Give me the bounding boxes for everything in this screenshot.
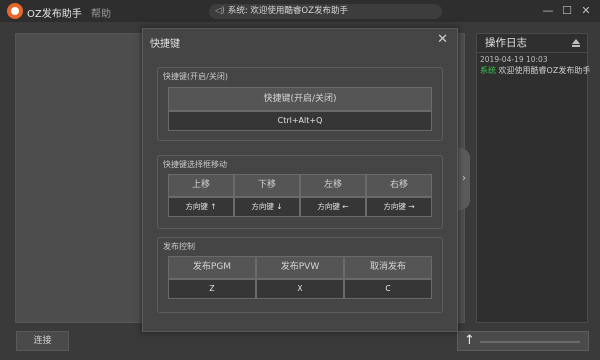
arrow-up-icon[interactable]: ↑: [464, 333, 475, 348]
publish-pvw-button[interactable]: 发布PVW: [256, 256, 344, 279]
notice-text: 系统: 欢迎使用酷睿OZ发布助手: [227, 6, 348, 16]
log-scroll-control[interactable]: ↑: [457, 331, 589, 351]
chevron-right-icon[interactable]: ›: [458, 148, 470, 210]
group-label: 快捷键(开启/关闭): [163, 72, 228, 81]
connect-button[interactable]: 连接: [16, 331, 69, 351]
app-logo-icon: [7, 3, 23, 19]
clear-log-icon[interactable]: [571, 38, 581, 48]
dialog-title: 快捷键: [150, 39, 180, 50]
log-entry-text: 欢迎使用酷睿OZ发布助手: [496, 66, 591, 75]
publish-button-row: 发布PGM 发布PVW 取消发布: [168, 256, 432, 279]
title-bar: OZ发布助手 帮助 ◁) 系统: 欢迎使用酷睿OZ发布助手 — ☐ ✕: [0, 0, 600, 22]
move-left-key[interactable]: 方向键 ←: [300, 197, 366, 217]
log-entry-message: 系统 欢迎使用酷睿OZ发布助手: [480, 65, 591, 76]
log-entry-source: 系统: [480, 66, 496, 75]
move-shortcut-group: 快捷键选择框移动 上移 下移 左移 右移 方向键 ↑ 方向键 ↓ 方向键 ← 方…: [157, 155, 443, 229]
move-down-button[interactable]: 下移: [234, 174, 300, 197]
publish-control-group: 发布控制 发布PGM 发布PVW 取消发布 Z X C: [157, 237, 443, 313]
notice-bar: ◁) 系统: 欢迎使用酷睿OZ发布助手: [209, 4, 442, 19]
toggle-shortcut-button[interactable]: 快捷键(开启/关闭): [168, 87, 432, 111]
minimize-icon[interactable]: —: [540, 3, 556, 19]
maximize-icon[interactable]: ☐: [559, 3, 575, 19]
publish-pgm-key[interactable]: Z: [168, 279, 256, 299]
menu-help[interactable]: 帮助: [91, 5, 111, 20]
log-entry-time: 2019-04-19 10:03: [480, 55, 548, 64]
move-key-row: 方向键 ↑ 方向键 ↓ 方向键 ← 方向键 →: [168, 197, 432, 217]
move-right-key[interactable]: 方向键 →: [366, 197, 432, 217]
log-header: 操作日志: [477, 34, 587, 53]
move-up-button[interactable]: 上移: [168, 174, 234, 197]
speaker-icon: ◁): [215, 6, 225, 16]
move-up-key[interactable]: 方向键 ↑: [168, 197, 234, 217]
move-left-button[interactable]: 左移: [300, 174, 366, 197]
dialog-close-icon[interactable]: ✕: [437, 32, 448, 47]
scroll-track[interactable]: [480, 341, 580, 343]
move-down-key[interactable]: 方向键 ↓: [234, 197, 300, 217]
toggle-shortcut-group: 快捷键(开启/关闭) 快捷键(开启/关闭) Ctrl+Alt+Q: [157, 67, 443, 141]
group-label: 发布控制: [163, 242, 195, 251]
toggle-shortcut-key[interactable]: Ctrl+Alt+Q: [168, 111, 432, 131]
publish-pvw-key[interactable]: X: [256, 279, 344, 299]
group-label: 快捷键选择框移动: [163, 160, 227, 169]
close-icon[interactable]: ✕: [578, 3, 594, 19]
publish-pgm-button[interactable]: 发布PGM: [168, 256, 256, 279]
cancel-publish-key[interactable]: C: [344, 279, 432, 299]
move-right-button[interactable]: 右移: [366, 174, 432, 197]
move-button-row: 上移 下移 左移 右移: [168, 174, 432, 197]
log-title: 操作日志: [485, 37, 527, 49]
publish-key-row: Z X C: [168, 279, 432, 299]
log-panel: 操作日志 2019-04-19 10:03 系统 欢迎使用酷睿OZ发布助手: [476, 33, 591, 323]
shortcut-dialog: 快捷键 ✕ 快捷键(开启/关闭) 快捷键(开启/关闭) Ctrl+Alt+Q 快…: [142, 28, 458, 332]
cancel-publish-button[interactable]: 取消发布: [344, 256, 432, 279]
app-title: OZ发布助手: [27, 9, 82, 20]
